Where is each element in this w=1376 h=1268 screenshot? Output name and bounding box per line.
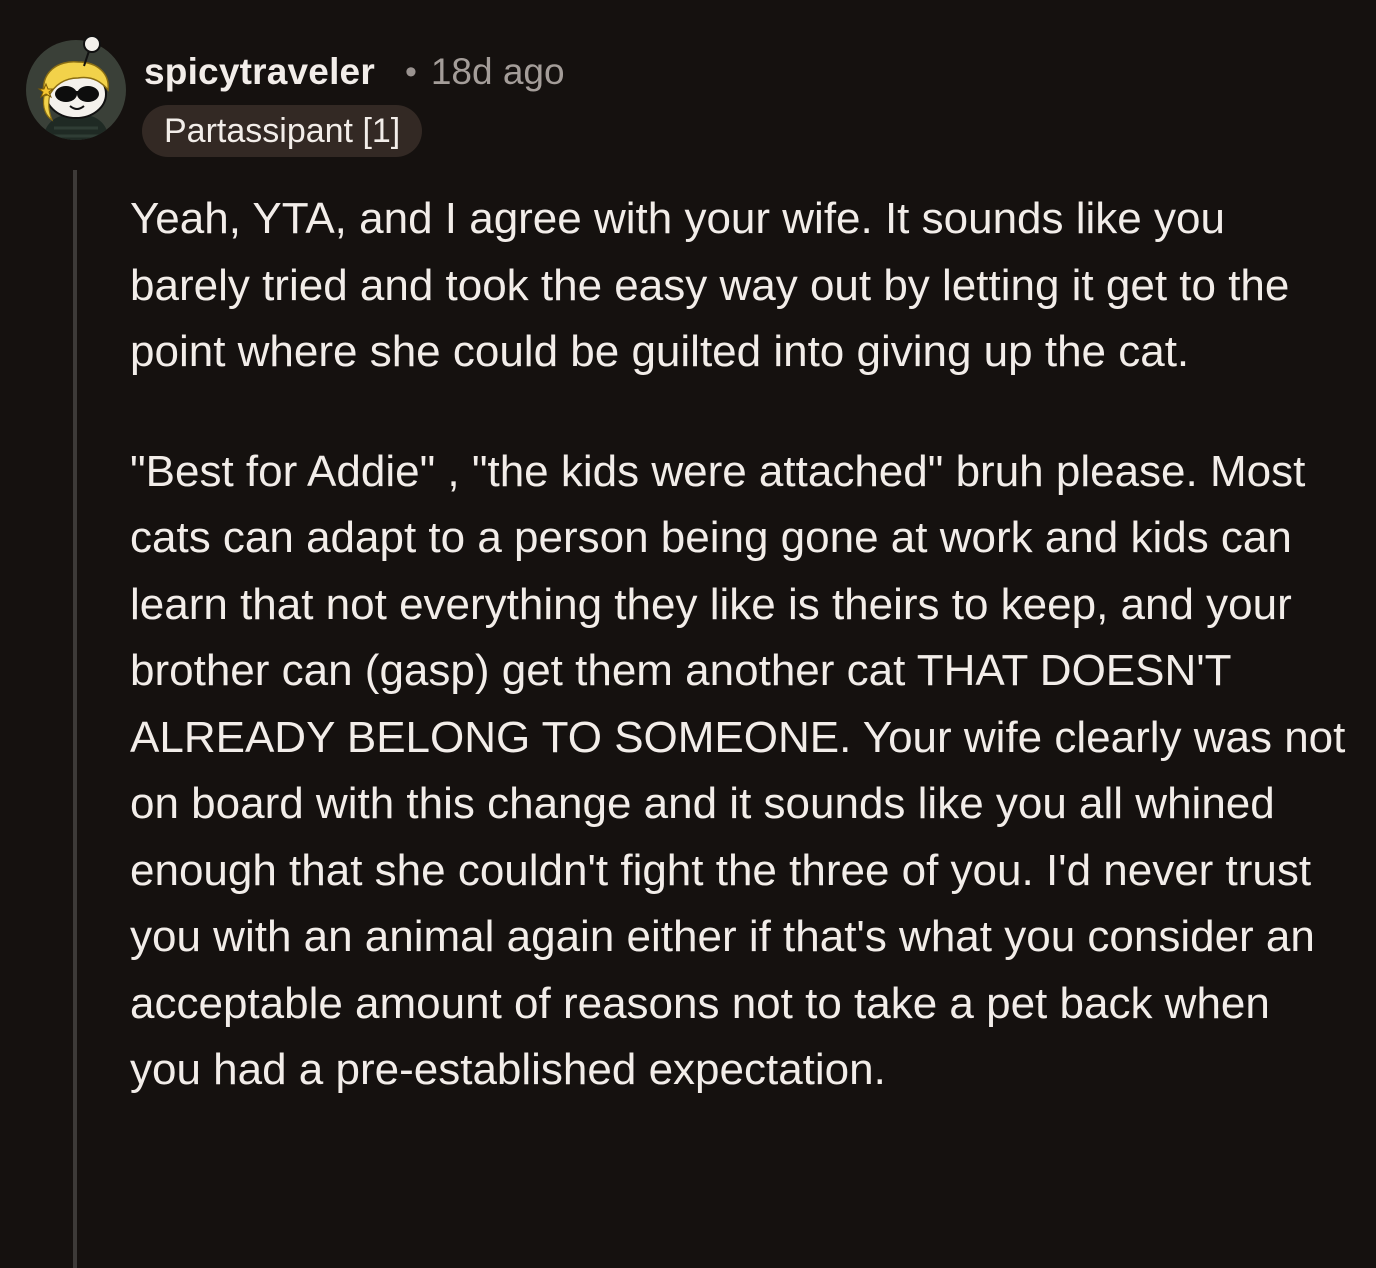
comment-body: Yeah, YTA, and I agree with your wife. I… — [130, 186, 1352, 1104]
separator-dot: • — [404, 52, 417, 91]
comment-paragraph: Yeah, YTA, and I agree with your wife. I… — [130, 194, 1290, 376]
thread-line[interactable] — [73, 170, 77, 1268]
user-flair-badge: Partassipant [1] — [142, 105, 423, 157]
username-link[interactable]: spicytraveler — [144, 51, 375, 93]
comment-paragraph: "Best for Addie" , "the kids were attach… — [130, 446, 1346, 1095]
user-avatar[interactable] — [24, 32, 128, 140]
timestamp[interactable]: 18d ago — [431, 51, 565, 93]
comment-header: spicytraveler • 18d ago — [144, 44, 565, 100]
snoo-avatar-with-sunglasses-icon — [26, 35, 126, 140]
